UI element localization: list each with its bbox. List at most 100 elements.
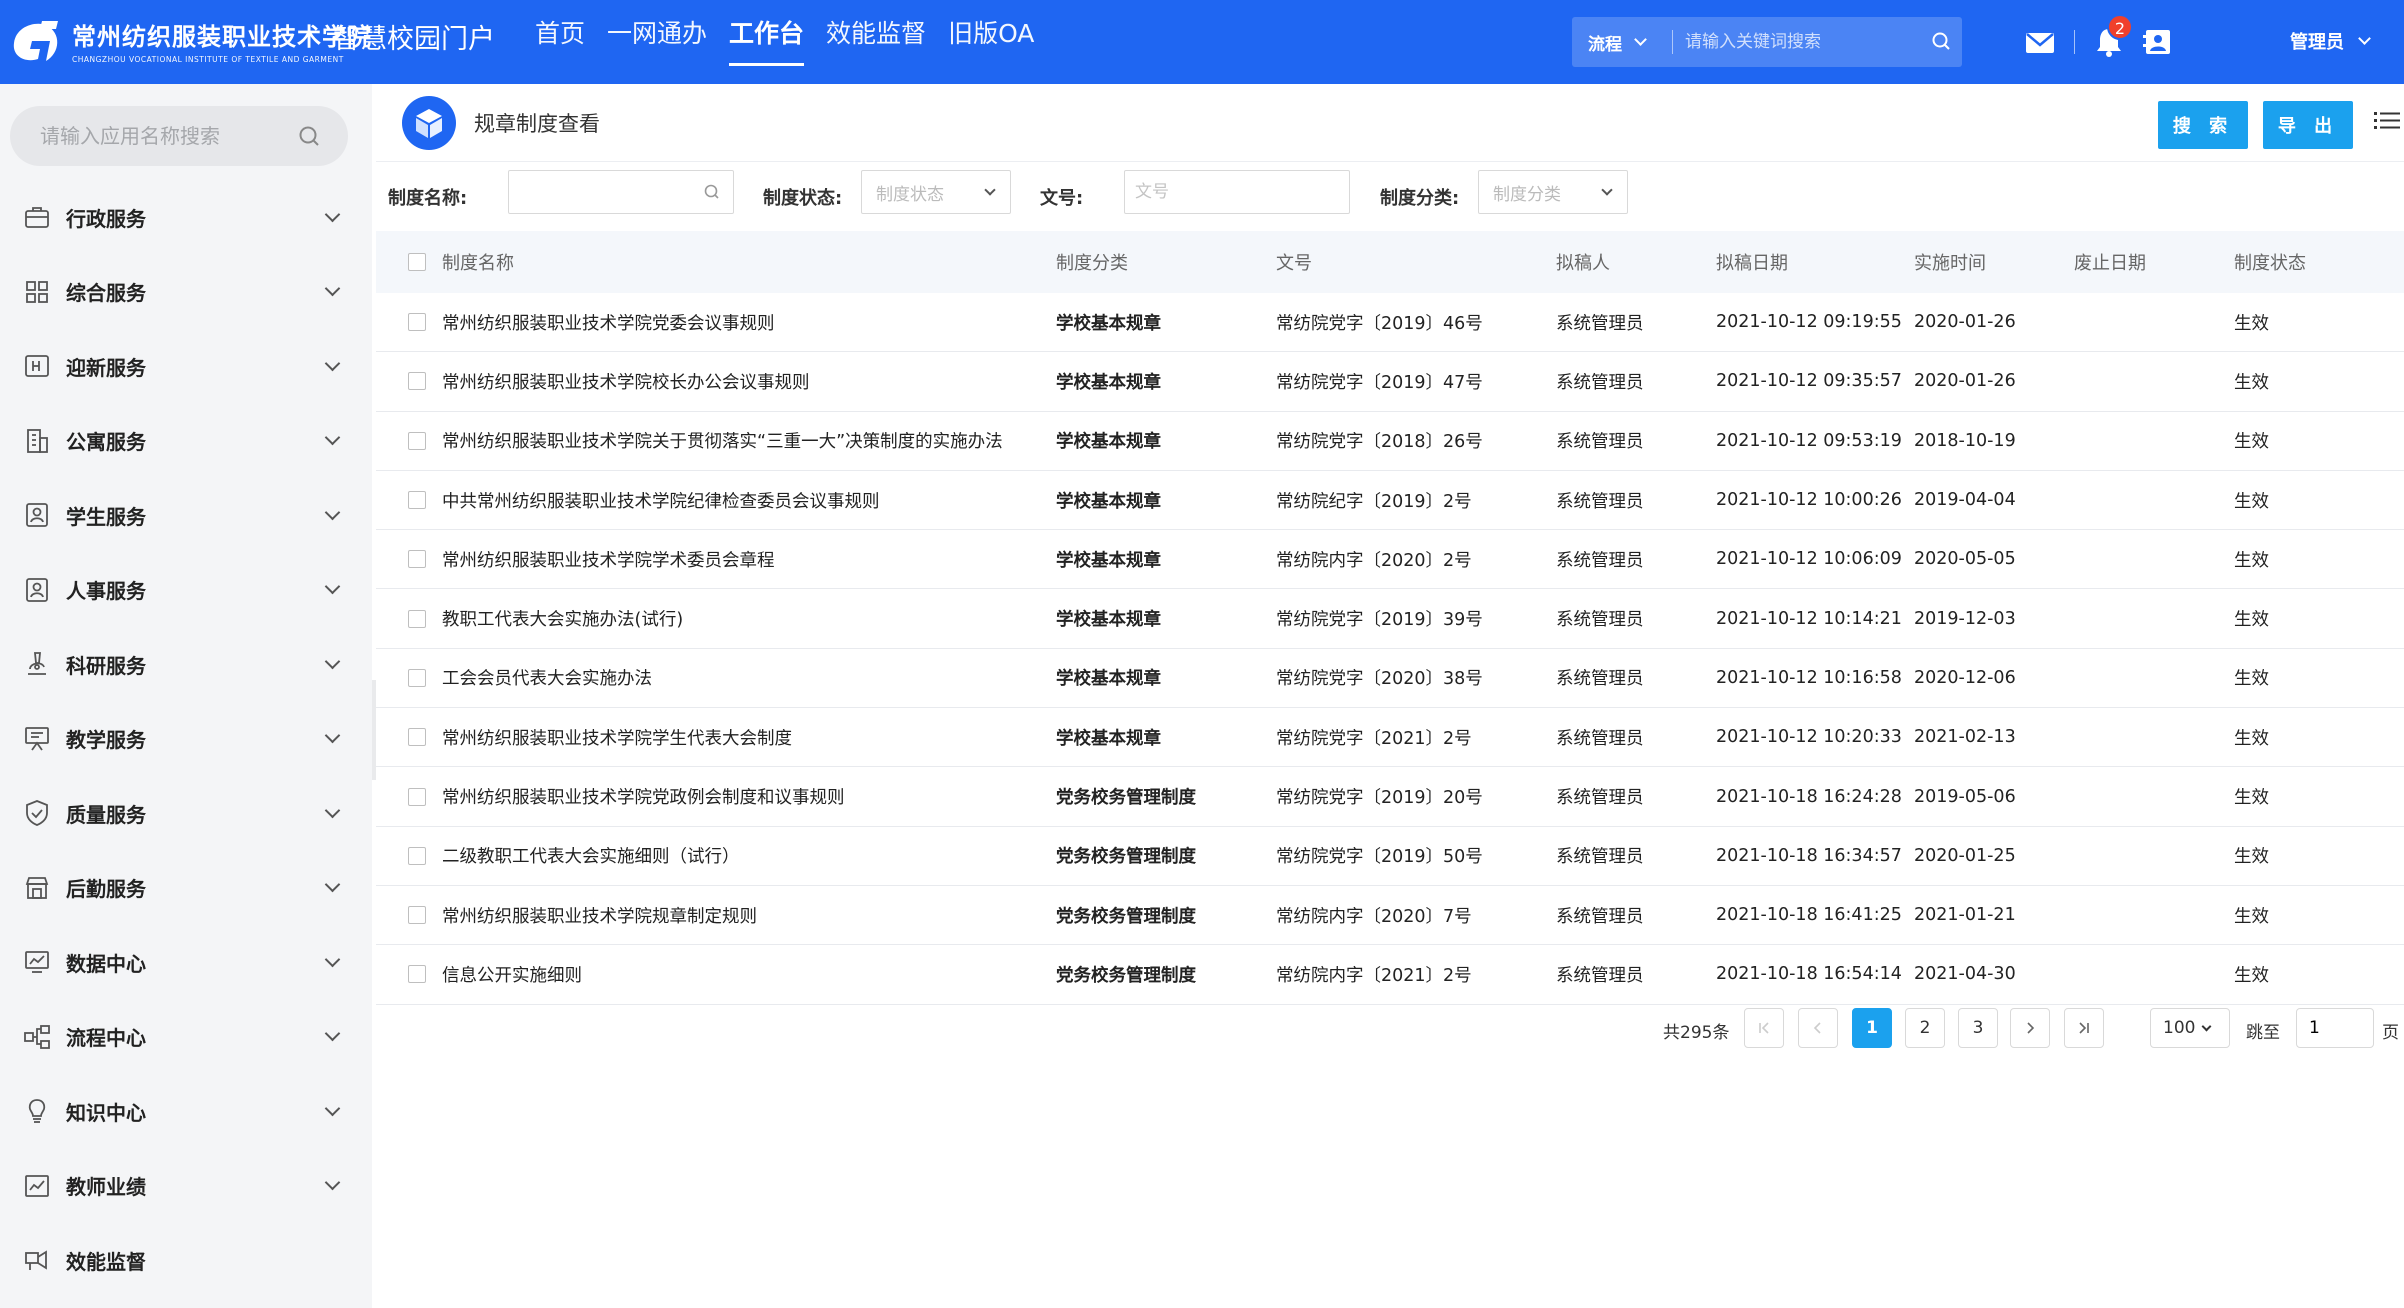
table-row[interactable]: 常州纺织服装职业技术学院党委会议事规则 学校基本规章 常纺院党字〔2019〕46号 系… xyxy=(376,293,2404,353)
sidebar-item-label: 公寓服务 xyxy=(66,430,146,455)
page-header: 规章制度查看 搜 索 导 出 xyxy=(376,84,2404,162)
table-row[interactable]: 中共常州纺织服装职业技术学院纪律检查委员会议事规则 学校基本规章 常纺院纪字〔201… xyxy=(376,471,2404,531)
col-name[interactable]: 常州纺织服装职业技术学院规章制定规则 xyxy=(442,903,1056,928)
search-icon[interactable] xyxy=(694,174,730,210)
sidebar-item[interactable]: 质量服务 xyxy=(0,776,372,851)
sidebar-item[interactable]: 后勤服务 xyxy=(0,851,372,926)
status-filter-select[interactable]: 制度状态 xyxy=(861,170,1011,214)
table-row[interactable]: 常州纺织服装职业技术学院党政例会制度和议事规则 党务校务管理制度 常纺院党字〔201… xyxy=(376,767,2404,827)
sidebar-item[interactable]: 教师业绩 xyxy=(0,1149,372,1224)
user-menu[interactable]: 管理员 xyxy=(2290,28,2371,54)
sidebar-item[interactable]: 人事服务 xyxy=(0,553,372,628)
checkbox-box xyxy=(408,668,426,687)
col-effective-date: 2020-01-26 xyxy=(1914,371,2016,392)
search-icon[interactable] xyxy=(290,116,330,156)
row-checkbox[interactable] xyxy=(376,728,442,747)
row-checkbox[interactable] xyxy=(376,668,442,687)
sidebar-item[interactable]: 行政服务 xyxy=(0,180,372,255)
sidebar-item[interactable]: 效能监督 xyxy=(0,1223,372,1298)
table-row[interactable]: 常州纺织服装职业技术学院学术委员会章程 学校基本规章 常纺院内字〔2020〕2号 系统… xyxy=(376,530,2404,590)
nav-item[interactable]: 旧版OA xyxy=(948,16,1034,52)
checkbox-box xyxy=(408,431,426,450)
search-icon[interactable] xyxy=(1922,22,1962,62)
table-row[interactable]: 教职工代表大会实施办法(试行) 学校基本规章 常纺院党字〔2019〕39号 系统管理员… xyxy=(376,589,2404,649)
sidebar-item[interactable]: 流程中心 xyxy=(0,1000,372,1075)
row-checkbox[interactable] xyxy=(376,550,442,569)
col-name[interactable]: 常州纺织服装职业技术学院关于贯彻落实“三重一大”决策制度的实施办法 xyxy=(442,428,1056,453)
row-checkbox[interactable] xyxy=(376,491,442,510)
col-name[interactable]: 信息公开实施细则 xyxy=(442,962,1056,987)
app-search-input[interactable] xyxy=(10,124,290,148)
row-checkbox[interactable] xyxy=(376,313,442,332)
sidebar-item[interactable]: 知识中心 xyxy=(0,1074,372,1149)
col-name[interactable]: 常州纺织服装职业技术学院党委会议事规则 xyxy=(442,310,1056,335)
sidebar-item[interactable]: 科研服务 xyxy=(0,627,372,702)
table-row[interactable]: 常州纺织服装职业技术学院学生代表大会制度 学校基本规章 常纺院党字〔2021〕2号 系… xyxy=(376,708,2404,768)
sidebar-item-label: 教学服务 xyxy=(66,728,146,753)
row-checkbox[interactable] xyxy=(376,846,442,865)
page-number-button[interactable]: 1 xyxy=(1852,1008,1892,1048)
nav-item[interactable]: 效能监督 xyxy=(826,16,926,52)
category-filter-select[interactable]: 制度分类 xyxy=(1478,170,1628,214)
school-logo[interactable]: 常州纺织服装职业技术学院 CHANGZHOU VOCATIONAL INSTIT… xyxy=(6,10,372,74)
table-row[interactable]: 常州纺织服装职业技术学院关于贯彻落实“三重一大”决策制度的实施办法 学校基本规章 常… xyxy=(376,412,2404,471)
col-name[interactable]: 常州纺织服装职业技术学院校长办公会议事规则 xyxy=(442,369,1056,394)
list-menu-icon[interactable] xyxy=(2372,106,2402,136)
table-row[interactable]: 信息公开实施细则 党务校务管理制度 常纺院内字〔2021〕2号 系统管理员 2021-1… xyxy=(376,945,2404,1005)
first-page-button[interactable] xyxy=(1744,1008,1784,1048)
sidebar-item-label: 人事服务 xyxy=(66,579,146,604)
table-row[interactable]: 工会会员代表大会实施办法 学校基本规章 常纺院党字〔2020〕38号 系统管理员 202… xyxy=(376,649,2404,709)
col-name[interactable]: 二级教职工代表大会实施细则（试行） xyxy=(442,843,1056,868)
sidebar-item-label: 数据中心 xyxy=(66,951,146,976)
sidebar-item[interactable]: 教学服务 xyxy=(0,702,372,777)
category-filter-placeholder: 制度分类 xyxy=(1493,184,1561,205)
nav-item[interactable]: 工作台 xyxy=(729,16,805,66)
nav-item[interactable]: 一网通办 xyxy=(607,16,707,52)
col-category: 党务校务管理制度 xyxy=(1056,906,1196,927)
contacts-icon[interactable] xyxy=(2138,22,2178,62)
briefcase-icon xyxy=(22,202,52,232)
row-checkbox[interactable] xyxy=(376,965,442,984)
sidebar-item[interactable]: 迎新服务 xyxy=(0,329,372,404)
row-checkbox[interactable] xyxy=(376,431,442,450)
col-draft-date: 2021-10-12 10:06:09 xyxy=(1716,549,1902,570)
col-name[interactable]: 中共常州纺织服装职业技术学院纪律检查委员会议事规则 xyxy=(442,488,1056,513)
chart-monitor-icon xyxy=(22,947,52,977)
search-input[interactable] xyxy=(1673,32,1922,52)
chevron-down-icon xyxy=(2202,1021,2212,1031)
row-checkbox[interactable] xyxy=(376,372,442,391)
page-size-select[interactable]: 100 xyxy=(2150,1008,2230,1048)
jump-page-input[interactable] xyxy=(2296,1008,2374,1048)
col-name[interactable]: 教职工代表大会实施办法(试行) xyxy=(442,606,1056,631)
bell-icon[interactable]: 2 xyxy=(2089,14,2133,62)
page-number-button[interactable]: 3 xyxy=(1958,1008,1998,1048)
table-body: 常州纺织服装职业技术学院党委会议事规则 学校基本规章 常纺院党字〔2019〕46号系… xyxy=(376,293,2404,1005)
sidebar-item[interactable]: 综合服务 xyxy=(0,255,372,330)
next-page-button[interactable] xyxy=(2010,1008,2050,1048)
last-page-button[interactable] xyxy=(2064,1008,2104,1048)
table-row[interactable]: 常州纺织服装职业技术学院规章制定规则 党务校务管理制度 常纺院内字〔2020〕7号 系… xyxy=(376,886,2404,946)
sidebar-item[interactable]: 学生服务 xyxy=(0,478,372,553)
table-row[interactable]: 常州纺织服装职业技术学院校长办公会议事规则 学校基本规章 常纺院党字〔2019〕47… xyxy=(376,352,2404,412)
page-number-button[interactable]: 2 xyxy=(1905,1008,1945,1048)
export-button[interactable]: 导 出 xyxy=(2263,101,2353,149)
row-checkbox[interactable] xyxy=(376,906,442,925)
global-search: 流程 xyxy=(1572,17,1962,67)
search-button[interactable]: 搜 索 xyxy=(2158,101,2248,149)
select-all-checkbox[interactable] xyxy=(376,253,442,271)
sidebar-item[interactable]: 公寓服务 xyxy=(0,404,372,479)
col-name[interactable]: 常州纺织服装职业技术学院学生代表大会制度 xyxy=(442,725,1056,750)
prev-page-button[interactable] xyxy=(1798,1008,1838,1048)
doc-filter-input[interactable] xyxy=(1124,170,1350,214)
search-type-select[interactable]: 流程 xyxy=(1572,30,1672,55)
sidebar-item[interactable]: 数据中心 xyxy=(0,925,372,1000)
row-checkbox[interactable] xyxy=(376,787,442,806)
col-name[interactable]: 常州纺织服装职业技术学院学术委员会章程 xyxy=(442,547,1056,572)
table-row[interactable]: 二级教职工代表大会实施细则（试行） 党务校务管理制度 常纺院党字〔2019〕50号 系… xyxy=(376,827,2404,886)
nav-item[interactable]: 首页 xyxy=(535,16,585,52)
row-checkbox[interactable] xyxy=(376,609,442,628)
chevron-down-icon xyxy=(324,1025,341,1042)
col-name[interactable]: 常州纺织服装职业技术学院党政例会制度和议事规则 xyxy=(442,784,1056,809)
col-name[interactable]: 工会会员代表大会实施办法 xyxy=(442,665,1056,690)
mail-icon[interactable] xyxy=(2020,22,2060,62)
